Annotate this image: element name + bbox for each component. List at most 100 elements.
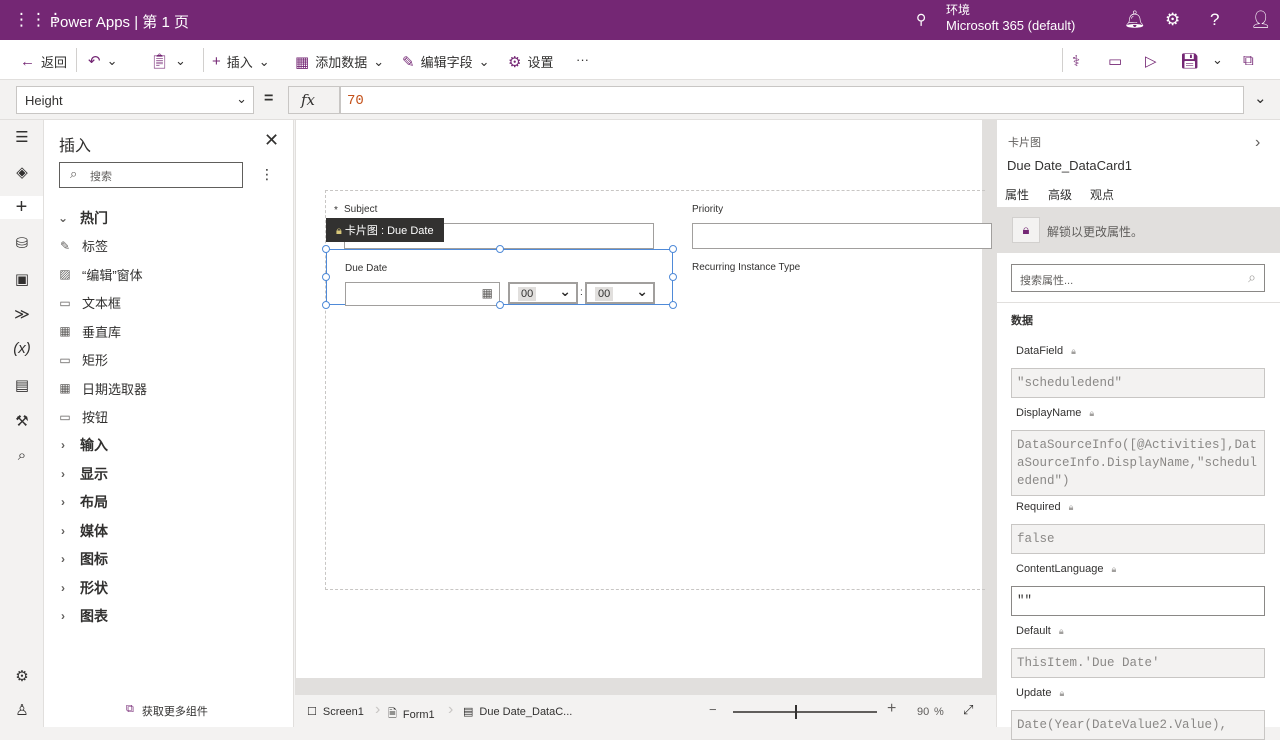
tree-view-icon[interactable]: ◈ bbox=[12, 163, 32, 181]
field-value[interactable]: ThisItem.'Due Date' bbox=[1011, 648, 1265, 678]
fit-to-window-icon[interactable]: ⤢ bbox=[963, 702, 973, 718]
variables-icon[interactable]: (x) bbox=[12, 340, 32, 357]
insert-item[interactable]: ✎ 标签 bbox=[58, 236, 108, 255]
insert-item[interactable]: ▭ 矩形 bbox=[58, 350, 108, 369]
close-icon[interactable]: ✕ bbox=[264, 130, 279, 151]
insert-item[interactable]: ▭ 按钮 bbox=[58, 407, 108, 426]
resize-handle[interactable] bbox=[322, 301, 330, 309]
get-more-components-link[interactable]: ⧉ 获取更多组件 bbox=[126, 703, 208, 719]
breadcrumb-screen[interactable]: ☐ Screen1 bbox=[307, 705, 364, 719]
account-icon[interactable]: 👤︎ bbox=[1250, 10, 1272, 30]
back-button[interactable]: ← 返回 bbox=[20, 52, 67, 71]
group-item[interactable]: › 布局 bbox=[56, 492, 108, 512]
save-button[interactable]: 💾︎ bbox=[1180, 52, 1199, 70]
insert-item[interactable]: ▦ 垂直库 bbox=[58, 322, 121, 341]
undo-button[interactable]: ↶ ⌄ bbox=[88, 52, 117, 70]
tab-ideas[interactable]: 观点 bbox=[1090, 186, 1114, 203]
property-dropdown[interactable]: Height ⌄ bbox=[16, 86, 254, 114]
components-icon[interactable]: ▤ bbox=[12, 376, 32, 394]
gear-icon[interactable]: ⚙ bbox=[1165, 10, 1180, 30]
formula-input[interactable]: 70 bbox=[340, 86, 1244, 114]
property-search-input[interactable]: 搜索属性... ⌕ bbox=[1011, 264, 1265, 292]
media-icon[interactable]: ▣ bbox=[12, 270, 32, 288]
field-value[interactable]: Date(Year(DateValue2.Value), bbox=[1011, 710, 1265, 740]
calendar-icon: ▦ bbox=[481, 286, 493, 300]
resize-handle[interactable] bbox=[322, 273, 330, 281]
help-icon[interactable]: ? bbox=[1210, 10, 1219, 30]
save-options-button[interactable]: ⌄ bbox=[1212, 52, 1223, 68]
lock-icon: 🔒︎ bbox=[1059, 688, 1065, 698]
zoom-in-button[interactable]: + bbox=[887, 700, 896, 718]
zoom-slider-thumb[interactable] bbox=[795, 705, 797, 719]
insert-button[interactable]: + 插入 ⌄ bbox=[212, 52, 270, 71]
publish-button[interactable]: ⧉ bbox=[1243, 52, 1254, 69]
chevron-right-icon[interactable]: › bbox=[1255, 134, 1260, 152]
hour-dropdown[interactable]: 00 ⌄ bbox=[508, 282, 578, 304]
add-data-button[interactable]: ▦ 添加数据 ⌄ bbox=[295, 52, 384, 71]
unlock-text: 解锁以更改属性。 bbox=[1047, 225, 1144, 239]
screen[interactable]: * Subject Priority Recurring Instance Ty… bbox=[296, 120, 992, 678]
paste-button[interactable]: 📋︎ ⌄ bbox=[150, 52, 186, 70]
tab-properties[interactable]: 属性 bbox=[1005, 186, 1029, 203]
more-icon: ··· bbox=[576, 52, 589, 67]
resize-handle[interactable] bbox=[496, 301, 504, 309]
form[interactable]: * Subject Priority Recurring Instance Ty… bbox=[322, 190, 992, 590]
search-input[interactable]: ⌕ 搜索 bbox=[59, 162, 243, 188]
tab-advanced[interactable]: 高级 bbox=[1048, 186, 1073, 209]
group-popular[interactable]: ⌄ 热门 bbox=[56, 208, 108, 228]
field-value[interactable]: false bbox=[1011, 524, 1265, 554]
expand-formula-icon[interactable]: ⌄ bbox=[1254, 89, 1267, 107]
due-date-datacard[interactable]: Due Date ▦ 00 ⌄ : 00 ⌄ bbox=[322, 245, 677, 309]
app-checker-button[interactable]: ⚕ bbox=[1072, 52, 1080, 70]
field-value[interactable]: DataSourceInfo([@Activities],DataSourceI… bbox=[1011, 430, 1265, 496]
comments-button[interactable]: ▭ bbox=[1108, 52, 1122, 70]
resize-handle[interactable] bbox=[669, 301, 677, 309]
minute-dropdown[interactable]: 00 ⌄ bbox=[585, 282, 655, 304]
resize-handle[interactable] bbox=[322, 245, 330, 253]
date-picker[interactable]: ▦ bbox=[345, 282, 500, 306]
group-item[interactable]: › 显示 bbox=[56, 464, 108, 484]
edit-fields-button[interactable]: ✎ 编辑字段 ⌄ bbox=[402, 52, 490, 71]
more-options-icon[interactable]: ⋮ bbox=[260, 166, 274, 183]
chevron-right-icon: › bbox=[61, 438, 65, 452]
insert-icon[interactable]: + bbox=[0, 196, 43, 219]
menu-icon[interactable]: ☰ bbox=[12, 128, 32, 146]
group-item[interactable]: › 输入 bbox=[56, 435, 108, 455]
chevron-down-icon[interactable]: ⌄ bbox=[107, 53, 118, 69]
insert-panel: 插入 ✕ ⌕ 搜索 ⋮ ⌄ 热门 ✎ 标签 ▨ “编辑”窗体 ▭ 文本框 ▦ 垂直库 ▭ 矩形 ▦ 日期选… bbox=[44, 120, 294, 727]
preview-button[interactable]: ▷ bbox=[1145, 52, 1157, 70]
group-item[interactable]: › 媒体 bbox=[56, 521, 108, 541]
insert-item[interactable]: ▦ 日期选取器 bbox=[58, 379, 147, 398]
virtual-agent-icon[interactable]: ♙ bbox=[12, 701, 32, 719]
settings-icon[interactable]: ⚙ bbox=[12, 667, 32, 685]
required-mark: * bbox=[334, 205, 338, 216]
data-icon[interactable]: ⛁ bbox=[12, 234, 32, 252]
settings-button[interactable]: ⚙ 设置 bbox=[508, 52, 553, 71]
zoom-out-button[interactable]: − bbox=[709, 702, 717, 717]
environment-picker[interactable]: 环境 Microsoft 365 (default) bbox=[946, 3, 1075, 33]
zoom-unit: % bbox=[934, 706, 944, 718]
chevron-down-icon[interactable]: ⌄ bbox=[175, 53, 186, 69]
power-automate-icon[interactable]: ≫ bbox=[12, 305, 32, 323]
search-icon[interactable]: ⌕ bbox=[12, 447, 32, 464]
breadcrumb-datacard[interactable]: ▤ Due Date_DataC... bbox=[463, 705, 572, 719]
insert-item[interactable]: ▨ “编辑”窗体 bbox=[58, 265, 142, 284]
field-value[interactable]: "scheduledend" bbox=[1011, 368, 1265, 398]
bell-icon[interactable]: 🔔︎ bbox=[1124, 10, 1146, 30]
priority-dropdown[interactable] bbox=[692, 223, 992, 249]
unlock-button[interactable]: 🔒︎ bbox=[1012, 217, 1040, 243]
group-item[interactable]: › 形状 bbox=[56, 578, 108, 598]
group-item[interactable]: › 图表 bbox=[56, 606, 108, 626]
breadcrumb-form[interactable]: 🗎︎ Form1 bbox=[388, 705, 435, 724]
zoom-slider[interactable] bbox=[733, 705, 877, 719]
resize-handle[interactable] bbox=[496, 245, 504, 253]
field-value[interactable]: "" bbox=[1011, 586, 1265, 616]
more-button[interactable]: ··· bbox=[576, 52, 589, 67]
function-button[interactable]: fx bbox=[288, 86, 340, 114]
resize-handle[interactable] bbox=[669, 273, 677, 281]
insert-item[interactable]: ▭ 文本框 bbox=[58, 293, 121, 312]
edit-fields-label: 编辑字段 bbox=[420, 55, 473, 70]
tools-icon[interactable]: ⚒ bbox=[12, 412, 32, 430]
resize-handle[interactable] bbox=[669, 245, 677, 253]
group-item[interactable]: › 图标 bbox=[56, 549, 108, 569]
